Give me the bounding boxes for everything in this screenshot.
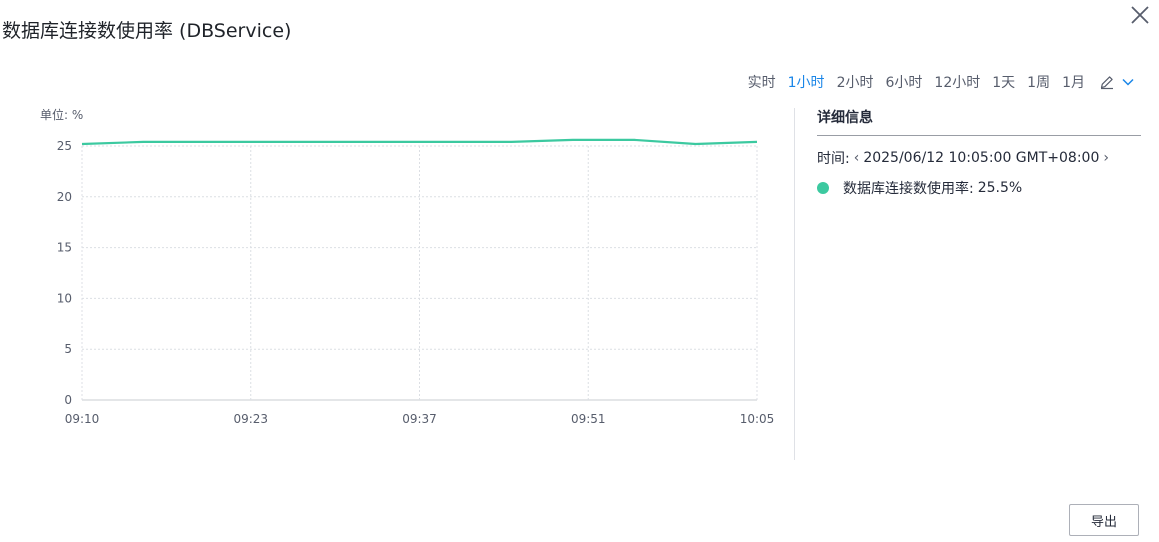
y-tick-label: 0 — [64, 393, 72, 407]
time-value: 2025/06/12 10:05:00 GMT+08:00 — [863, 150, 1100, 166]
series-line — [81, 138, 758, 146]
chevron-down-icon[interactable] — [1121, 75, 1135, 89]
time-range-tab[interactable]: 实时 — [748, 72, 776, 92]
x-tick-label: 09:51 — [571, 412, 606, 426]
close-button[interactable] — [1129, 4, 1151, 26]
y-tick-label: 25 — [57, 139, 72, 153]
time-range-tab[interactable]: 12小时 — [934, 72, 980, 92]
time-range-tab[interactable]: 2小时 — [837, 72, 874, 92]
y-tick-label: 10 — [57, 291, 72, 305]
time-range-tab[interactable]: 6小时 — [885, 72, 922, 92]
close-icon — [1131, 6, 1149, 24]
metric-value: 25.5% — [977, 180, 1023, 196]
chevron-right-icon[interactable]: › — [1099, 150, 1113, 166]
dialog-title: 数据库连接数使用率 (DBService) — [2, 20, 292, 42]
detail-time-row: 时间: ‹ 2025/06/12 10:05:00 GMT+08:00 › — [817, 148, 1141, 168]
time-range-tab[interactable]: 1小时 — [788, 72, 825, 92]
usage-line-chart: 0 5 10 15 20 25 09:10 09:23 09:37 09:51 10:05 — [57, 138, 775, 426]
time-range-tab[interactable]: 1天 — [992, 72, 1015, 92]
pencil-icon[interactable] — [1099, 74, 1115, 90]
y-tick-label: 15 — [57, 241, 72, 255]
export-button[interactable]: 导出 — [1069, 504, 1139, 536]
detail-metric-row: 数据库连接数使用率: 25.5% — [817, 178, 1141, 198]
y-tick-label: 5 — [64, 342, 72, 356]
x-tick-label: 09:37 — [402, 412, 437, 426]
vertical-divider — [794, 108, 795, 460]
metric-label: 数据库连接数使用率: — [843, 181, 974, 197]
time-range-selector: 实时 1小时 2小时 6小时 12小时 1天 1周 1月 — [748, 72, 1135, 92]
time-range-tab[interactable]: 1周 — [1027, 72, 1050, 92]
time-label: 时间: — [817, 151, 850, 167]
custom-range-toggle[interactable] — [1099, 74, 1135, 90]
x-tick-label: 10:05 — [740, 412, 775, 426]
x-tick-label: 09:23 — [233, 412, 268, 426]
detail-panel: 详细信息 时间: ‹ 2025/06/12 10:05:00 GMT+08:00… — [817, 108, 1141, 198]
time-range-tab[interactable]: 1月 — [1062, 72, 1085, 92]
x-tick-label: 09:10 — [65, 412, 100, 426]
y-tick-label: 20 — [57, 190, 72, 204]
series-legend-dot — [817, 182, 829, 194]
chevron-left-icon[interactable]: ‹ — [850, 150, 864, 166]
detail-title: 详细信息 — [817, 108, 1141, 136]
